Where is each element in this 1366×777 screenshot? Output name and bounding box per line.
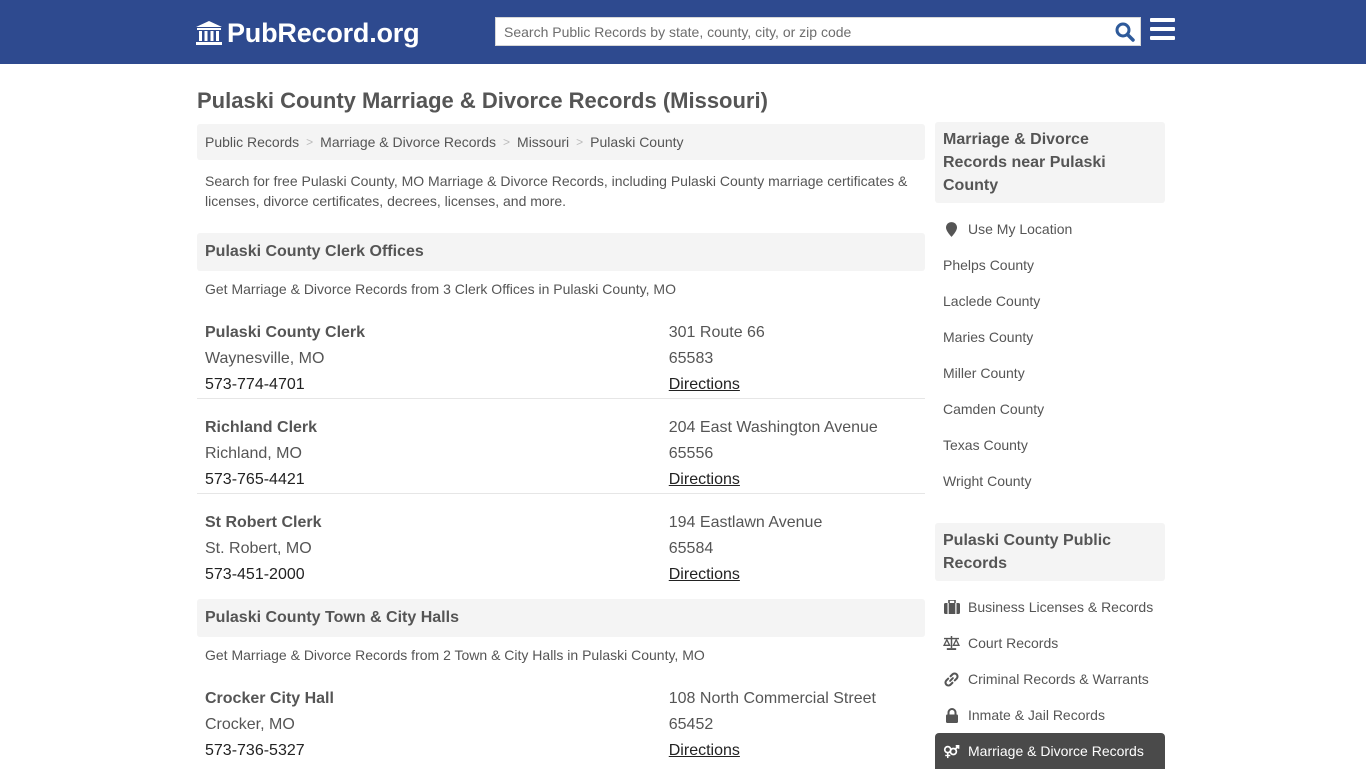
office-phone[interactable]: 573-736-5327: [205, 742, 305, 759]
directions-link[interactable]: Directions: [669, 566, 740, 583]
search-icon: [1115, 22, 1135, 42]
sidebar-nearby-heading: Marriage & Divorce Records near Pulaski …: [935, 122, 1165, 203]
breadcrumb-pulaski-county[interactable]: Pulaski County: [590, 134, 683, 150]
sidebar-public-records-heading: Pulaski County Public Records: [935, 523, 1165, 581]
section-heading-town-city-halls: Pulaski County Town & City Halls: [197, 599, 925, 637]
office-address: 194 Eastlawn Avenue: [668, 514, 823, 531]
logo-text: PubRecord.org: [227, 18, 420, 48]
office-listing: Richland Clerk Richland, MO 573-765-4421…: [197, 399, 925, 494]
sidebar-item-label: Criminal Records & Warrants: [968, 671, 1149, 687]
section-description: Get Marriage & Divorce Records from 2 To…: [205, 647, 705, 663]
nearby-county-link[interactable]: Maries County: [935, 319, 1165, 355]
menu-icon-bar: [1150, 27, 1175, 31]
directions-link[interactable]: Directions: [669, 471, 740, 488]
office-city: Waynesville, MO: [205, 350, 325, 367]
top-navbar: PubRecord.org: [0, 0, 1366, 64]
office-listing: St Robert Clerk St. Robert, MO 573-451-2…: [197, 494, 925, 589]
office-zip: 65583: [668, 350, 714, 367]
gender-icon: [943, 743, 960, 759]
breadcrumb-public-records[interactable]: Public Records: [205, 134, 299, 150]
sidebar-item-marriage-divorce[interactable]: Marriage & Divorce Records: [935, 733, 1165, 769]
office-phone[interactable]: 573-451-2000: [205, 566, 305, 583]
office-zip: 65452: [668, 716, 714, 733]
nearby-county-link[interactable]: Laclede County: [935, 283, 1165, 319]
map-pin-icon: [943, 221, 960, 237]
search-bar: [495, 17, 1141, 46]
breadcrumb: Public Records > Marriage & Divorce Reco…: [197, 124, 925, 160]
breadcrumb-separator: >: [306, 135, 314, 149]
sidebar-item-criminal-records[interactable]: Criminal Records & Warrants: [935, 661, 1165, 697]
office-city: St. Robert, MO: [205, 540, 312, 557]
office-name: Crocker City Hall: [205, 690, 334, 707]
office-name: St Robert Clerk: [205, 514, 322, 531]
office-address: 108 North Commercial Street: [668, 690, 876, 707]
scales-icon: [943, 635, 960, 651]
intro-text: Search for free Pulaski County, MO Marri…: [205, 173, 908, 209]
search-button[interactable]: [1114, 21, 1136, 43]
office-phone[interactable]: 573-765-4421: [205, 471, 305, 488]
nearby-county-link[interactable]: Texas County: [935, 427, 1165, 463]
nearby-county-link[interactable]: Camden County: [935, 391, 1165, 427]
use-my-location-link[interactable]: Use My Location: [935, 211, 1165, 247]
breadcrumb-separator: >: [503, 135, 511, 149]
office-address: 301 Route 66: [668, 324, 765, 341]
sidebar-item-court-records[interactable]: Court Records: [935, 625, 1165, 661]
courthouse-icon: [196, 21, 222, 45]
main-content: Public Records > Marriage & Divorce Reco…: [197, 124, 925, 765]
office-zip: 65556: [668, 445, 714, 462]
sidebar-item-label: Inmate & Jail Records: [968, 707, 1105, 723]
nearby-county-link[interactable]: Phelps County: [935, 247, 1165, 283]
menu-icon-bar: [1150, 36, 1175, 40]
office-phone[interactable]: 573-774-4701: [205, 376, 305, 393]
breadcrumb-marriage-divorce[interactable]: Marriage & Divorce Records: [320, 134, 496, 150]
search-input[interactable]: [496, 18, 1096, 45]
nearby-county-list: Use My Location Phelps County Laclede Co…: [935, 203, 1165, 507]
menu-icon-bar: [1150, 18, 1175, 22]
sidebar-nearby: Marriage & Divorce Records near Pulaski …: [935, 122, 1165, 507]
office-name: Pulaski County Clerk: [205, 324, 366, 341]
page-title: Pulaski County Marriage & Divorce Record…: [197, 88, 768, 113]
section-description: Get Marriage & Divorce Records from 3 Cl…: [205, 281, 676, 297]
hamburger-menu-button[interactable]: [1150, 18, 1175, 42]
office-zip: 65584: [668, 540, 714, 557]
section-heading-clerk-offices: Pulaski County Clerk Offices: [197, 233, 925, 271]
breadcrumb-separator: >: [576, 135, 584, 149]
directions-link[interactable]: Directions: [669, 742, 740, 759]
nearby-county-link[interactable]: Miller County: [935, 355, 1165, 391]
office-address: 204 East Washington Avenue: [668, 419, 878, 436]
site-logo[interactable]: PubRecord.org: [195, 17, 420, 49]
office-listing: Pulaski County Clerk Waynesville, MO 573…: [197, 304, 925, 399]
briefcase-icon: [943, 599, 960, 615]
link-icon: [943, 671, 960, 687]
sidebar-item-label: Marriage & Divorce Records: [968, 743, 1144, 759]
sidebar-item-label: Business Licenses & Records: [968, 599, 1154, 615]
office-listing: Crocker City Hall Crocker, MO 573-736-53…: [197, 670, 925, 765]
directions-link[interactable]: Directions: [669, 376, 740, 393]
lock-icon: [943, 707, 960, 723]
office-city: Crocker, MO: [205, 716, 295, 733]
sidebar-item-inmate-records[interactable]: Inmate & Jail Records: [935, 697, 1165, 733]
breadcrumb-missouri[interactable]: Missouri: [517, 134, 569, 150]
sidebar-item-business-licenses[interactable]: Business Licenses & Records: [935, 589, 1165, 625]
use-my-location-label: Use My Location: [968, 221, 1073, 237]
nearby-county-link[interactable]: Wright County: [935, 463, 1165, 499]
sidebar-public-records: Pulaski County Public Records Business L…: [935, 523, 1165, 777]
sidebar-item-label: Court Records: [968, 635, 1059, 651]
public-records-list: Business Licenses & Records Court Record…: [935, 581, 1165, 777]
office-name: Richland Clerk: [205, 419, 318, 436]
office-city: Richland, MO: [205, 445, 302, 462]
